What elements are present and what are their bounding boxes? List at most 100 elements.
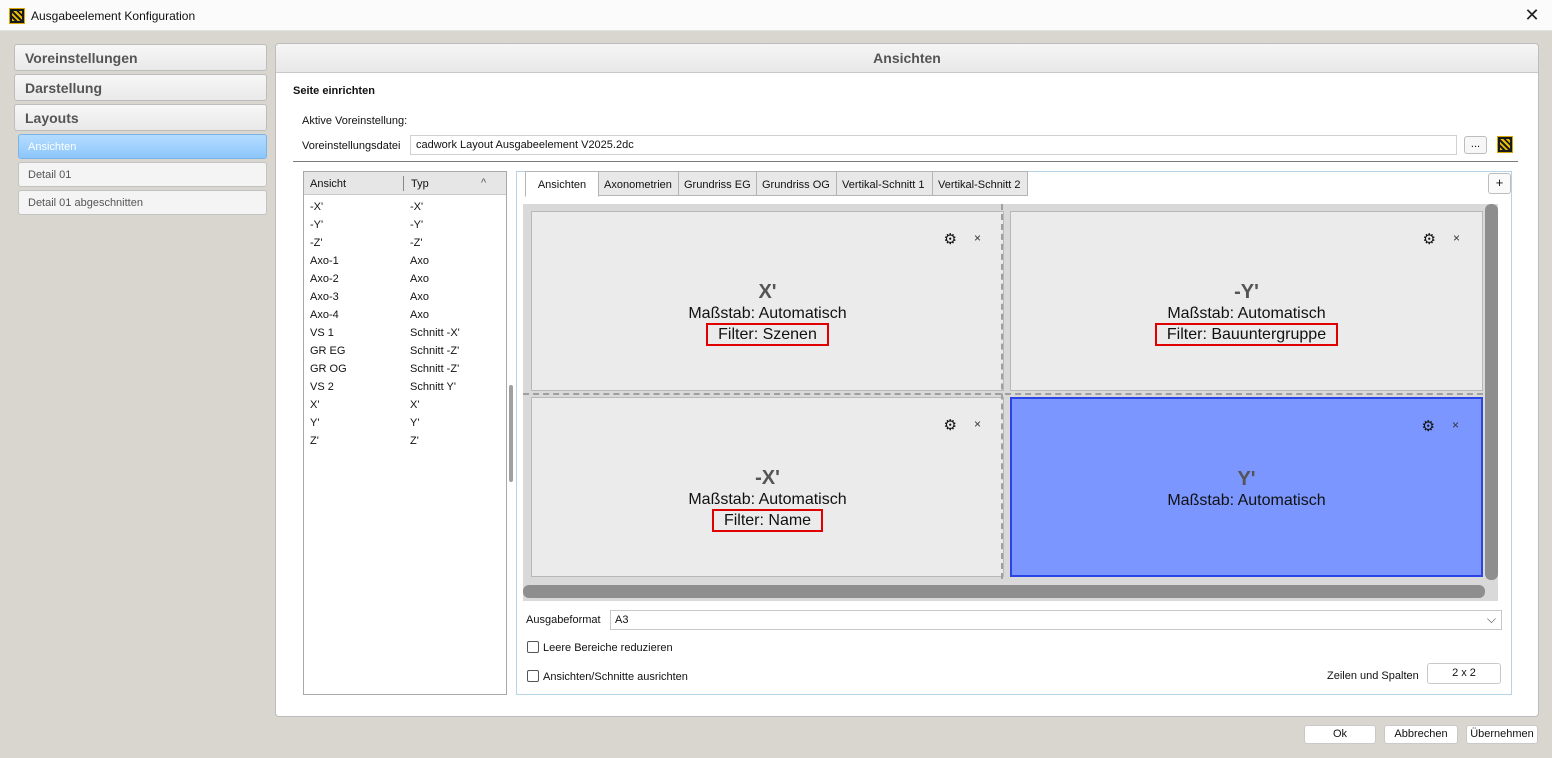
list-item[interactable]: -Y' -Y' xyxy=(304,217,506,235)
list-item[interactable]: -Z' -Z' xyxy=(304,235,506,253)
list-item[interactable]: Axo-4 Axo xyxy=(304,307,506,325)
list-item-typ: -Z' xyxy=(410,237,423,249)
list-item[interactable]: VS 1 Schnitt -X' xyxy=(304,325,506,343)
nav-item-detail-01[interactable]: Detail 01 xyxy=(18,162,267,187)
list-item-ansicht: X' xyxy=(310,399,320,411)
view-filter: Filter: Bauuntergruppe xyxy=(1154,323,1339,346)
tab-vertikal-schnitt-1[interactable]: Vertikal-Schnitt 1 xyxy=(836,171,933,196)
list-item[interactable]: Axo-1 Axo xyxy=(304,253,506,271)
grid-split-vertical[interactable] xyxy=(1001,204,1003,579)
rows-cols-button[interactable]: 2 x 2 xyxy=(1427,663,1501,684)
view-cell-y[interactable]: ⚙ × Y' Maßstab: Automatisch xyxy=(1010,397,1483,577)
ok-button[interactable]: Ok xyxy=(1304,725,1376,744)
checkbox-label: Ansichten/Schnitte ausrichten xyxy=(543,671,688,683)
list-item[interactable]: Axo-3 Axo xyxy=(304,289,506,307)
list-item-ansicht: Axo-1 xyxy=(310,255,339,267)
view-filter-wrap: Filter: Bauuntergruppe xyxy=(1011,323,1482,346)
cadwork-app-icon xyxy=(9,8,25,24)
view-list: Ansicht Typ ^ -X' -X' -Y' -Y' -Z' -Z' Axo-1 Axo… xyxy=(303,171,513,695)
view-scale: Maßstab: Automatisch xyxy=(688,491,847,508)
list-item-ansicht: Axo-3 xyxy=(310,291,339,303)
list-item[interactable]: Y' Y' xyxy=(304,415,506,433)
list-item[interactable]: VS 2 Schnitt Y' xyxy=(304,379,506,397)
checkbox[interactable] xyxy=(527,670,539,682)
nav-section-layouts[interactable]: Layouts xyxy=(14,104,267,131)
grid-vertical-scrollbar[interactable] xyxy=(1485,204,1498,580)
list-header: Ansicht Typ ^ xyxy=(304,172,506,195)
close-icon[interactable]: × xyxy=(974,417,981,431)
list-item-typ: -X' xyxy=(410,201,424,213)
add-tab-button[interactable]: + xyxy=(1488,173,1511,194)
gear-icon[interactable]: ⚙ xyxy=(1422,417,1435,435)
checkbox[interactable] xyxy=(527,641,539,653)
view-filter: Filter: Szenen xyxy=(706,323,829,346)
view-filter: Filter: Name xyxy=(711,509,824,532)
title-bar: Ausgabeelement Konfiguration ✕ xyxy=(0,0,1552,31)
list-item-ansicht: Axo-2 xyxy=(310,273,339,285)
view-name: -Y' xyxy=(1234,281,1259,303)
list-scrollbar[interactable] xyxy=(509,385,513,482)
list-item[interactable]: GR EG Schnitt -Z' xyxy=(304,343,506,361)
gear-icon[interactable]: ⚙ xyxy=(1423,230,1436,248)
list-item-ansicht: GR OG xyxy=(310,363,347,375)
list-item[interactable]: GR OG Schnitt -Z' xyxy=(304,361,506,379)
list-item-typ: Schnitt -Z' xyxy=(410,363,460,375)
view-scale: Maßstab: Automatisch xyxy=(1167,305,1326,322)
tab-ansichten[interactable]: Ansichten xyxy=(525,171,599,197)
view-cell-minus-x[interactable]: ⚙ × -X' Maßstab: Automatisch Filter: Nam… xyxy=(531,397,1004,577)
nav-section-voreinstellungen[interactable]: Voreinstellungen xyxy=(14,44,267,71)
output-format-select[interactable]: A3 ⌵ xyxy=(610,610,1502,630)
grid-horizontal-scrollbar[interactable] xyxy=(523,585,1485,598)
view-name: X' xyxy=(758,281,777,303)
cancel-button[interactable]: Abbrechen xyxy=(1384,725,1458,744)
sort-icon[interactable]: ^ xyxy=(481,177,486,189)
list-item-ansicht: VS 1 xyxy=(310,327,334,339)
view-cell-x[interactable]: ⚙ × X' Maßstab: Automatisch Filter: Szen… xyxy=(531,211,1004,391)
list-item[interactable]: Z' Z' xyxy=(304,433,506,451)
view-cell-minus-y[interactable]: ⚙ × -Y' Maßstab: Automatisch Filter: Bau… xyxy=(1010,211,1483,391)
grid-split-horizontal[interactable] xyxy=(523,393,1483,395)
tab-axonometrien[interactable]: Axonometrien xyxy=(598,171,679,196)
list-item[interactable]: -X' -X' xyxy=(304,199,506,217)
column-separator[interactable] xyxy=(403,176,404,191)
list-item-ansicht: GR EG xyxy=(310,345,346,357)
list-item-typ: Schnitt -Z' xyxy=(410,345,460,357)
list-item[interactable]: X' X' xyxy=(304,397,506,415)
list-item-typ: Axo xyxy=(410,273,429,285)
gear-icon[interactable]: ⚙ xyxy=(944,416,957,434)
list-item-typ: Axo xyxy=(410,255,429,267)
checkbox-reduce-empty[interactable]: Leere Bereiche reduzieren xyxy=(527,641,673,654)
list-item-typ: Schnitt Y' xyxy=(410,381,456,393)
window-close-icon[interactable]: ✕ xyxy=(1522,5,1542,25)
list-item-typ: Schnitt -X' xyxy=(410,327,460,339)
list-item-ansicht: Z' xyxy=(310,435,319,447)
nav-section-darstellung[interactable]: Darstellung xyxy=(14,74,267,101)
gear-icon[interactable]: ⚙ xyxy=(944,230,957,248)
column-header-typ[interactable]: Typ xyxy=(411,178,429,190)
list-item-typ: Axo xyxy=(410,309,429,321)
close-icon[interactable]: × xyxy=(1453,231,1460,245)
close-icon[interactable]: × xyxy=(1452,418,1459,432)
apply-button[interactable]: Übernehmen xyxy=(1466,725,1538,744)
view-filter-wrap: Filter: Szenen xyxy=(532,323,1003,346)
nav-item-ansichten[interactable]: Ansichten xyxy=(18,134,267,159)
view-scale: Maßstab: Automatisch xyxy=(688,305,847,322)
browse-button[interactable]: ... xyxy=(1464,136,1487,154)
tab-grundriss-eg[interactable]: Grundriss EG xyxy=(678,171,757,196)
tab-vertikal-schnitt-2[interactable]: Vertikal-Schnitt 2 xyxy=(932,171,1028,196)
rows-cols-label: Zeilen und Spalten xyxy=(1327,670,1419,682)
preset-file-input[interactable]: cadwork Layout Ausgabeelement V2025.2dc xyxy=(410,135,1457,155)
close-icon[interactable]: × xyxy=(974,231,981,245)
tab-grundriss-og[interactable]: Grundriss OG xyxy=(756,171,837,196)
nav-item-detail-01-abgeschnitten[interactable]: Detail 01 abgeschnitten xyxy=(18,190,267,215)
cadwork-icon[interactable] xyxy=(1497,136,1513,153)
checkbox-align-views[interactable]: Ansichten/Schnitte ausrichten xyxy=(527,670,688,683)
list-item-ansicht: -Y' xyxy=(310,219,324,231)
list-item[interactable]: Axo-2 Axo xyxy=(304,271,506,289)
preset-file-label: Voreinstellungsdatei xyxy=(302,140,401,152)
list-item-ansicht: VS 2 xyxy=(310,381,334,393)
column-header-ansicht[interactable]: Ansicht xyxy=(310,178,346,190)
list-item-ansicht: Axo-4 xyxy=(310,309,339,321)
list-item-typ: -Y' xyxy=(410,219,424,231)
section-title: Seite einrichten xyxy=(293,85,375,97)
